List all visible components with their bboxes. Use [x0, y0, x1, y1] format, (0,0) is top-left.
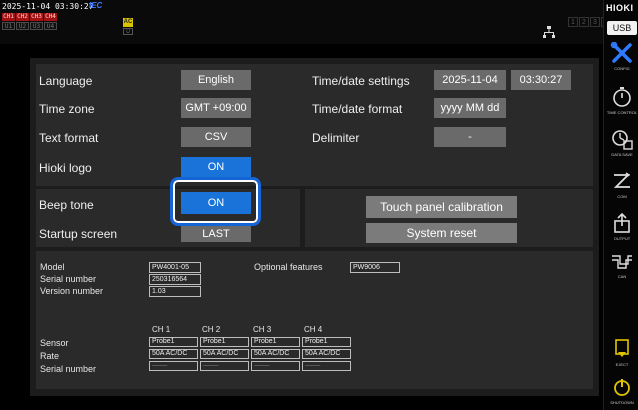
brand-logo: HIOKI — [606, 3, 634, 13]
sensor-cell: Probe1 — [302, 337, 351, 347]
time-control-label: TIME CONTROL — [606, 110, 638, 115]
data-save-icon — [612, 130, 633, 150]
config-label: CONFIG — [614, 66, 630, 71]
timezone-label: Time zone — [39, 102, 95, 116]
can-label: CAN — [617, 274, 627, 279]
model-label: Model — [40, 262, 65, 272]
time-control-button[interactable]: TIME CONTROL — [607, 86, 637, 128]
sensor-label: Sensor — [40, 338, 69, 348]
rate-label: Rate — [40, 351, 60, 361]
output-button[interactable]: OUTPUT — [607, 212, 637, 254]
channel-header: CH 4 — [304, 325, 323, 334]
config-button[interactable]: CONFIG — [607, 42, 637, 84]
delimiter-button[interactable]: - — [434, 127, 506, 147]
eject-icon — [615, 339, 629, 357]
system-reset-button[interactable]: System reset — [366, 223, 517, 243]
textformat-button[interactable]: CSV — [181, 127, 251, 147]
can-icon — [612, 255, 632, 269]
can-button[interactable]: CAN — [607, 250, 637, 292]
usb-button[interactable]: USB — [607, 21, 637, 35]
timeformat-button[interactable]: yyyy MM dd — [434, 98, 506, 118]
channel-header: CH 3 — [253, 325, 272, 334]
time-button[interactable]: 03:30:27 — [511, 70, 571, 90]
channel-indicator: CH2 — [16, 13, 29, 21]
shutdown-icon — [614, 379, 630, 396]
version-label: Version number — [40, 286, 104, 296]
serial-cell: ---------- — [302, 361, 351, 371]
voltage-indicator: U2 — [16, 22, 29, 30]
optional-features-label: Optional features — [254, 262, 323, 272]
channel-header: CH 1 — [152, 325, 171, 334]
port-indicator: 2 — [579, 17, 589, 27]
logo-label: Hioki logo — [39, 161, 92, 175]
u-flag: U — [123, 28, 133, 35]
version-value: 1.03 — [149, 286, 201, 297]
tools-icon — [610, 42, 632, 63]
status-bar: 2025-11-04 03:30:27 IEC CH1 CH2 CH3 CH4 … — [0, 0, 611, 44]
ac-flag: AC — [123, 18, 133, 27]
timezone-button[interactable]: GMT +09:00 — [181, 98, 251, 118]
beep-label: Beep tone — [39, 198, 94, 212]
touch-calibration-button[interactable]: Touch panel calibration — [366, 196, 517, 218]
stopwatch-icon — [613, 87, 631, 107]
port-indicator: 1 — [568, 17, 578, 27]
textformat-label: Text format — [39, 131, 99, 145]
rate-cell: 50A AC/DC — [302, 349, 351, 359]
eject-button[interactable]: EJECT — [607, 338, 637, 380]
startup-label: Startup screen — [39, 227, 118, 241]
optional-features-value: PW9006 — [350, 262, 400, 273]
voltage-indicator: U3 — [30, 22, 43, 30]
focus-highlight — [170, 177, 261, 226]
serial-cell: ---------- — [251, 361, 300, 371]
startup-button[interactable]: LAST — [181, 226, 251, 242]
voltage-indicator: U4 — [44, 22, 57, 30]
data-save-label: DATA SAVE — [611, 152, 633, 157]
rate-cell: 50A AC/DC — [251, 349, 300, 359]
channel-header: CH 2 — [202, 325, 221, 334]
date-button[interactable]: 2025-11-04 — [434, 70, 506, 90]
timedate-label: Time/date settings — [312, 74, 410, 88]
side-menu: HIOKI USB CONFIG TIME CONTROL DATA SAVE … — [603, 0, 638, 410]
channel-status-row: CH1 CH2 CH3 CH4 — [2, 13, 57, 21]
serial-cell: ---------- — [200, 361, 249, 371]
sensor-cell: Probe1 — [251, 337, 300, 347]
serial-value: 250316564 — [149, 274, 201, 285]
serial-label: Serial number — [40, 274, 97, 284]
rate-cell: 50A AC/DC — [200, 349, 249, 359]
model-value: PW4001-05 — [149, 262, 201, 273]
com-label: COM — [617, 194, 627, 199]
serial-cell: ---------- — [149, 361, 198, 371]
language-label: Language — [39, 74, 93, 88]
delimiter-label: Delimiter — [312, 131, 360, 145]
channel-indicator: CH3 — [30, 13, 43, 21]
sensor-cell: Probe1 — [200, 337, 249, 347]
rate-cell: 50A AC/DC — [149, 349, 198, 359]
channel-indicator: CH4 — [44, 13, 57, 21]
language-button[interactable]: English — [181, 70, 251, 90]
shutdown-label: SHUTDOWN — [610, 400, 634, 405]
sensor-cell: Probe1 — [149, 337, 198, 347]
com-button[interactable]: COM — [607, 170, 637, 212]
standard-badge: IEC — [89, 1, 103, 10]
network-icon — [543, 26, 555, 38]
logo-toggle[interactable]: ON — [181, 157, 251, 177]
timeformat-label: Time/date format — [312, 102, 403, 116]
data-save-button[interactable]: DATA SAVE — [607, 128, 637, 170]
output-label: OUTPUT — [613, 236, 631, 241]
eject-label: EJECT — [615, 362, 629, 367]
port-indicator: 3 — [590, 17, 600, 27]
sensor-serial-label: Serial number — [40, 364, 97, 374]
output-icon — [614, 212, 630, 233]
channel-indicator: CH1 — [2, 13, 15, 21]
shutdown-button[interactable]: SHUTDOWN — [607, 376, 637, 410]
com-icon — [613, 172, 631, 188]
status-datetime: 2025-11-04 03:30:27 — [2, 2, 94, 11]
voltage-indicator: U1 — [2, 22, 15, 30]
voltage-status-row: U1 U2 U3 U4 — [2, 22, 57, 30]
